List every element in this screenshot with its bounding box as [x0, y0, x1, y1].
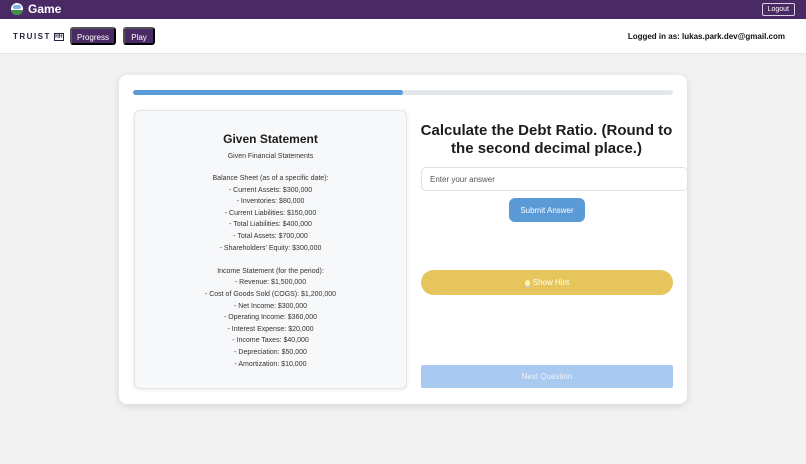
lightbulb-icon — [524, 279, 530, 288]
statement-line: - Operating Income: $360,000 — [223, 314, 317, 322]
brand-logo[interactable]: TRUIST HH — [13, 32, 64, 41]
statement-line: - Cost of Goods Sold (COGS): $1,200,000 — [204, 290, 337, 298]
statement-line: - Current Liabilities: $150,000 — [224, 209, 317, 217]
statement-line: - Revenue: $1,500,000 — [234, 279, 307, 287]
statement-lines: Balance Sheet (as of a specific date): -… — [135, 173, 406, 370]
progress-bar-fill — [133, 90, 403, 95]
logged-in-user: Logged in as: lukas.park.dev@gmail.com — [627, 32, 785, 41]
play-nav-button[interactable]: Play — [123, 27, 155, 45]
statement-line: Income Statement (for the period): — [217, 267, 324, 275]
statement-line: - Interest Expense: $20,000 — [227, 325, 314, 333]
top-bar: Game Logout — [0, 0, 806, 19]
statement-line: - Net Income: $300,000 — [233, 302, 308, 310]
answer-input[interactable] — [421, 167, 688, 191]
progress-bar — [133, 90, 673, 95]
game-card: Given Statement Given Financial Statemen… — [119, 75, 688, 404]
statement-panel: Given Statement Given Financial Statemen… — [134, 110, 407, 389]
statement-line: - Shareholders' Equity: $300,000 — [219, 244, 322, 252]
statement-line: - Depreciation: $50,000 — [234, 348, 307, 356]
logout-button[interactable]: Logout — [761, 3, 795, 16]
nav-bar: TRUIST HH Progress Play Logged in as: lu… — [0, 19, 806, 54]
statement-line: - Total Liabilities: $400,000 — [229, 221, 312, 229]
next-question-button[interactable]: Next Question — [421, 365, 673, 388]
question-text: Calculate the Debt Ratio. (Round to the … — [420, 122, 673, 157]
submit-answer-button[interactable]: Submit Answer — [509, 198, 585, 222]
statement-line: Balance Sheet (as of a specific date): — [212, 175, 329, 182]
statement-line: - Income Taxes: $40,000 — [232, 337, 309, 345]
brand-mark-icon: HH — [53, 32, 64, 41]
statement-line: - Current Assets: $300,000 — [228, 186, 313, 194]
progress-nav-button[interactable]: Progress — [70, 27, 116, 45]
statement-subtitle: Given Financial Statements — [227, 153, 314, 160]
app-title: Game — [28, 2, 62, 16]
statement-line: - Total Assets: $700,000 — [233, 232, 308, 240]
statement-line: - Amortization: $10,000 — [234, 360, 307, 368]
brand-name: TRUIST — [13, 32, 51, 41]
show-hint-label: Show Hint — [532, 278, 570, 287]
show-hint-button[interactable]: Show Hint — [421, 270, 673, 295]
app-logo-icon — [11, 3, 23, 15]
statement-title: Given Statement — [223, 132, 318, 146]
statement-line: - Inventories: $80,000 — [236, 198, 305, 206]
